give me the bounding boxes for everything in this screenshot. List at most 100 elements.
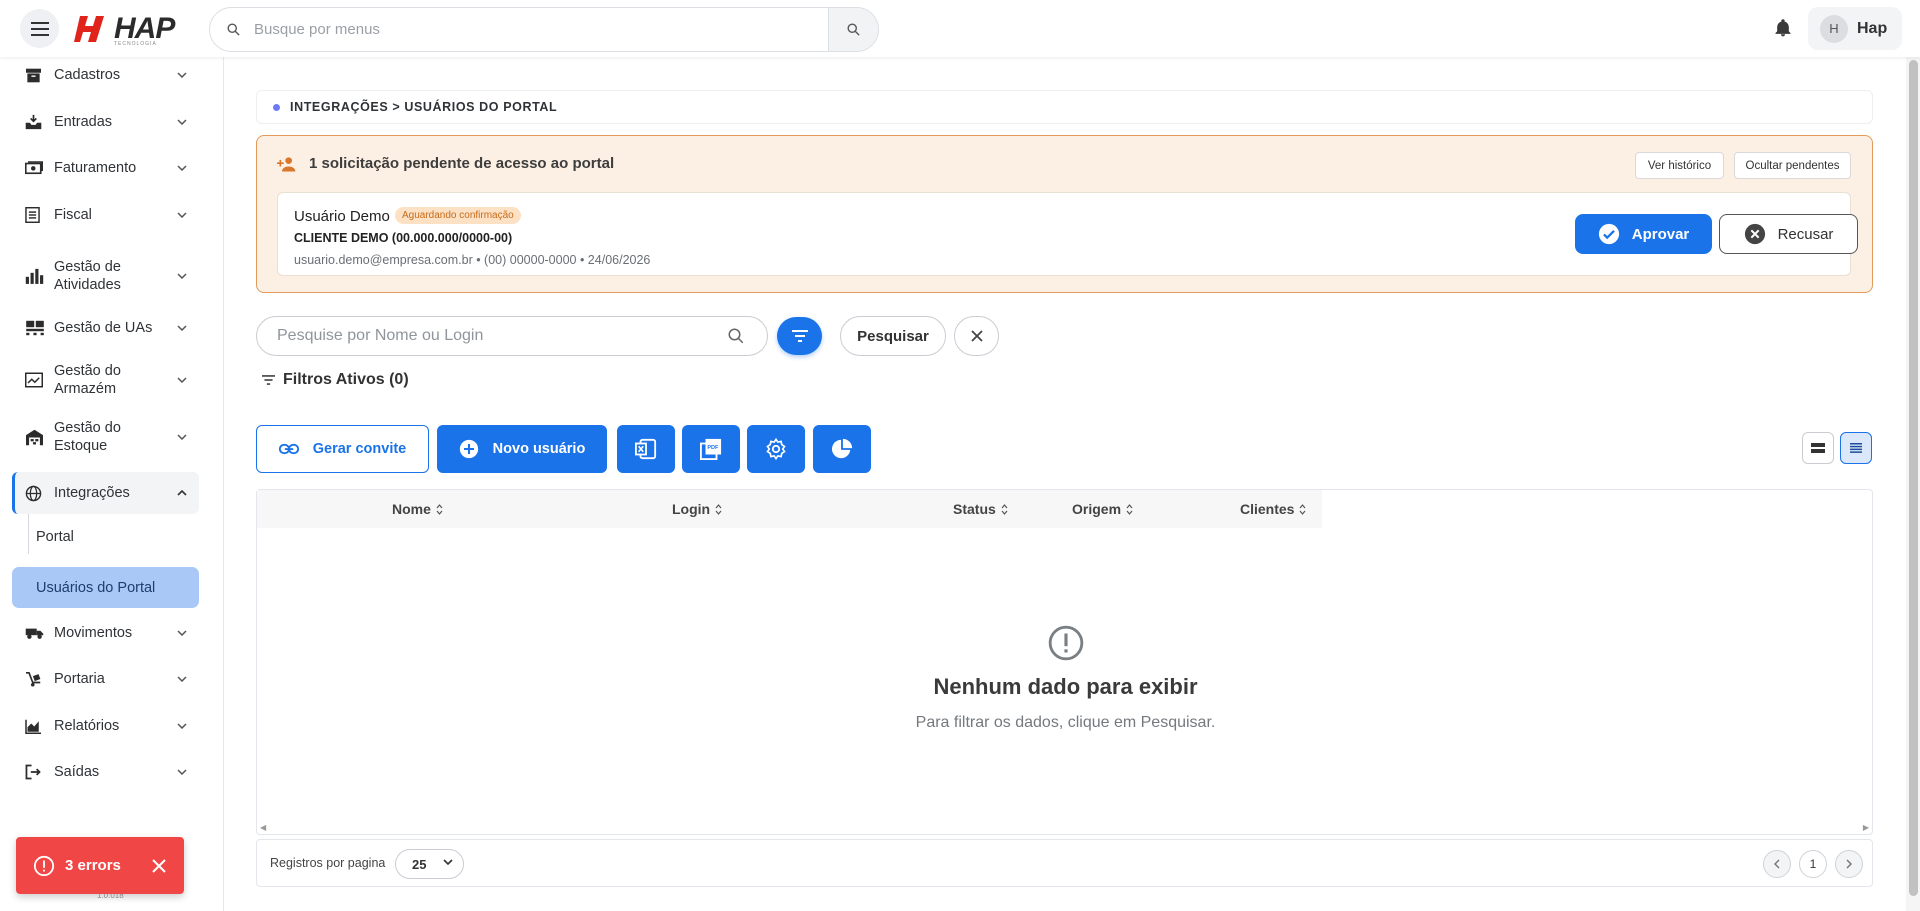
breadcrumb: INTEGRAÇÕES > USUÁRIOS DO PORTAL <box>256 90 1873 124</box>
page-number[interactable]: 1 <box>1799 850 1827 878</box>
settings-button[interactable] <box>747 425 805 473</box>
sidebar-item-label: Gestão de Atividades <box>54 259 121 293</box>
scroll-left-icon[interactable]: ◀ <box>260 823 266 832</box>
pending-request-card: Usuário Demo Aguardando confirmação CLIE… <box>277 192 1858 276</box>
chevron-down-icon <box>177 377 187 383</box>
notifications-button[interactable] <box>1773 17 1793 44</box>
sidebar: Cadastros Entradas Faturamento Fiscal Ge… <box>0 57 224 911</box>
chevron-left-icon <box>1774 859 1780 869</box>
excel-icon <box>635 438 657 460</box>
column-header-status[interactable]: Status <box>953 501 1008 517</box>
sidebar-item-gestao-uas[interactable]: Gestão de UAs <box>12 314 199 342</box>
close-icon <box>970 330 983 342</box>
density-compact-button[interactable] <box>1802 432 1834 464</box>
list-icon <box>1850 443 1862 453</box>
pagination: Registros por pagina 25 1 <box>256 839 1873 887</box>
approve-label: Aprovar <box>1631 225 1690 243</box>
breadcrumb-text: INTEGRAÇÕES > USUÁRIOS DO PORTAL <box>290 100 558 114</box>
sidebar-item-faturamento[interactable]: Faturamento <box>12 154 199 182</box>
approve-button[interactable]: Aprovar <box>1575 214 1712 254</box>
sidebar-item-saidas[interactable]: Saídas <box>12 758 199 786</box>
column-header-clientes[interactable]: Clientes <box>1240 501 1306 517</box>
gear-icon <box>766 438 786 460</box>
generate-invite-button[interactable]: Gerar convite <box>256 425 429 473</box>
sort-icon <box>436 503 443 515</box>
sidebar-item-relatorios[interactable]: Relatórios <box>12 712 199 740</box>
filter-icon <box>262 375 275 385</box>
users-table: Nome Login Status Origem Clientes Nenhum… <box>256 489 1873 835</box>
empty-state: Nenhum dado para exibir Para filtrar os … <box>257 624 1874 732</box>
sidebar-item-gestao-estoque[interactable]: Gestão do Estoque <box>12 418 199 456</box>
svg-text:PDF: PDF <box>707 445 719 451</box>
sidebar-item-gestao-atividades[interactable]: Gestão de Atividades <box>12 257 199 295</box>
dolly-icon <box>25 671 42 687</box>
user-name: Hap <box>1857 19 1888 37</box>
close-icon[interactable] <box>152 858 166 873</box>
sidebar-item-movimentos[interactable]: Movimentos <box>12 619 199 647</box>
pie-chart-icon <box>831 438 853 459</box>
pending-title-text: 1 solicitação pendente de acesso ao port… <box>309 155 615 172</box>
sidebar-item-fiscal[interactable]: Fiscal <box>12 201 199 229</box>
clear-search-button[interactable] <box>954 316 999 356</box>
active-filters[interactable]: Filtros Ativos (0) <box>262 371 409 389</box>
column-header-login[interactable]: Login <box>672 501 722 517</box>
menu-toggle-button[interactable] <box>20 9 59 48</box>
sidebar-item-label: Saídas <box>54 764 100 780</box>
chevron-down-icon <box>177 119 187 125</box>
area-chart-icon <box>25 719 42 734</box>
sort-icon <box>715 503 722 515</box>
sidebar-item-portaria[interactable]: Portaria <box>12 665 199 693</box>
bell-icon <box>1775 19 1791 37</box>
sidebar-subitem-portal[interactable]: Portal <box>36 529 74 545</box>
chevron-down-icon <box>177 273 187 279</box>
user-menu[interactable]: H Hap <box>1808 7 1902 50</box>
scroll-right-icon[interactable]: ▶ <box>1863 823 1869 832</box>
density-standard-button[interactable] <box>1840 432 1872 464</box>
chevron-down-icon <box>177 72 187 78</box>
sidebar-item-label: Gestão do Armazém <box>54 363 121 397</box>
filter-icon <box>791 330 808 342</box>
page-size-select[interactable]: 25 <box>395 849 464 879</box>
search-submit-button[interactable]: Pesquisar <box>840 316 946 356</box>
page-scrollbar-thumb[interactable] <box>1909 60 1918 896</box>
sidebar-item-entradas[interactable]: Entradas <box>12 108 199 136</box>
chevron-down-icon <box>443 859 453 865</box>
filter-button[interactable] <box>777 317 822 355</box>
sidebar-item-integracoes[interactable]: Integrações <box>12 472 199 514</box>
next-page-button[interactable] <box>1835 850 1863 878</box>
person-add-icon <box>277 156 296 171</box>
menu-search-input[interactable] <box>254 8 814 51</box>
search-icon <box>227 23 240 36</box>
plus-circle-icon <box>459 439 478 459</box>
activity-icon <box>25 267 44 285</box>
sidebar-item-label: Entradas <box>54 114 113 130</box>
new-user-button[interactable]: Novo usuário <box>437 425 607 473</box>
sidebar-item-label: Faturamento <box>54 160 137 176</box>
export-pdf-button[interactable]: PDF <box>682 425 740 473</box>
exit-icon <box>25 764 41 780</box>
chevron-up-icon <box>177 490 187 496</box>
history-button[interactable]: Ver histórico <box>1635 152 1724 179</box>
chart-button[interactable] <box>813 425 871 473</box>
column-header-origem[interactable]: Origem <box>1072 501 1133 517</box>
export-excel-button[interactable] <box>617 425 675 473</box>
logo[interactable]: HAP TECNOLOGIA <box>74 13 175 47</box>
reject-button[interactable]: Recusar <box>1719 214 1858 254</box>
alert-circle-icon <box>257 624 1874 662</box>
sidebar-subitem-usuarios-portal[interactable]: Usuários do Portal <box>12 567 199 608</box>
sidebar-item-cadastros[interactable]: Cadastros <box>12 61 199 89</box>
column-header-nome[interactable]: Nome <box>392 501 443 517</box>
search-icon <box>847 23 860 36</box>
sidebar-item-label: Fiscal <box>54 207 92 223</box>
sidebar-item-gestao-armazem[interactable]: Gestão do Armazém <box>12 361 199 399</box>
inbox-in-icon <box>25 114 42 130</box>
prev-page-button[interactable] <box>1763 850 1791 878</box>
menu-search-button[interactable] <box>828 8 878 51</box>
error-toast[interactable]: 3 errors <box>16 837 184 894</box>
user-search-input[interactable] <box>277 317 717 355</box>
breadcrumb-dot <box>273 103 280 111</box>
top-header: HAP TECNOLOGIA H Hap <box>0 0 1920 57</box>
chevron-right-icon <box>1846 859 1852 869</box>
hide-pending-button[interactable]: Ocultar pendentes <box>1734 152 1851 179</box>
sidebar-item-label: Portaria <box>54 671 105 687</box>
